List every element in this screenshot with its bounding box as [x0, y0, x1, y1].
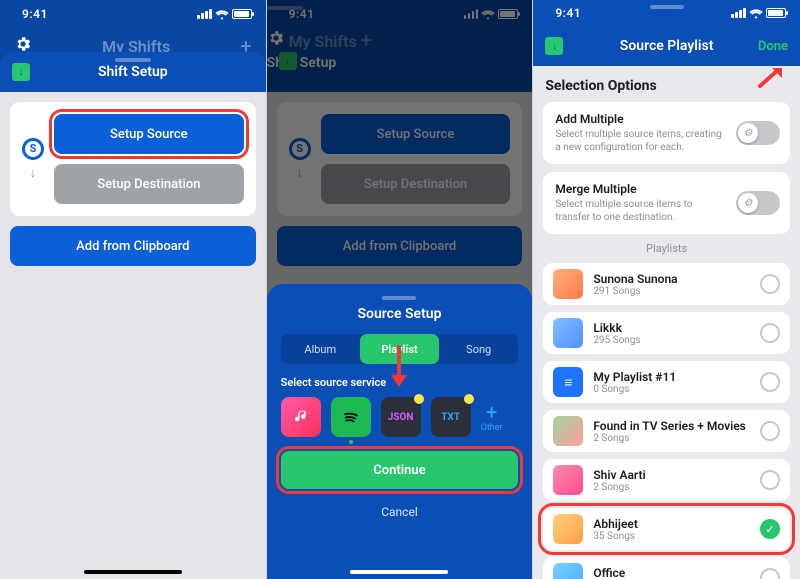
service-other[interactable]: +Other	[481, 402, 503, 433]
playlist-art: ≡	[553, 367, 583, 397]
playlist-name: Abhijeet	[593, 517, 750, 531]
playlist-name: Likkk	[593, 321, 750, 335]
sheet-header: ↓ Shift Setup	[0, 52, 266, 92]
home-indicator[interactable]	[350, 570, 448, 574]
source-setup-sheet: Source Setup Album Playlist Song Select …	[267, 284, 533, 579]
select-radio[interactable]	[760, 470, 780, 490]
option-subtitle: Select multiple source items, creating a…	[555, 128, 728, 154]
playlist-art	[553, 416, 583, 446]
select-radio[interactable]	[760, 568, 780, 579]
service-apple-music[interactable]	[281, 397, 321, 437]
playlist-count: 291 Songs	[593, 286, 750, 297]
playlist-name: Found in TV Series + Movies	[593, 419, 750, 433]
playlist-row[interactable]: ≡ My Playlist #110 Songs	[543, 361, 790, 403]
playlist-row[interactable]: Found in TV Series + Movies2 Songs	[543, 410, 790, 452]
page-title: Source Playlist	[620, 38, 714, 54]
playlist-art	[553, 563, 583, 579]
section-selection-options: Selection Options	[545, 78, 788, 94]
drag-handle[interactable]	[115, 58, 151, 62]
badge-icon	[414, 394, 424, 404]
playlist-row[interactable]: Sunona Sunona291 Songs	[543, 263, 790, 305]
toggle-merge-multiple[interactable]: ⚙	[736, 191, 780, 215]
done-button[interactable]: Done	[758, 39, 788, 54]
home-indicator[interactable]	[84, 570, 182, 574]
battery-icon	[766, 8, 786, 18]
gear-icon: ⚙	[738, 193, 758, 213]
cancel-button[interactable]: Cancel	[281, 501, 519, 523]
section-playlists: Playlists	[543, 242, 790, 255]
annotation-arrow-icon	[758, 66, 784, 88]
drag-handle[interactable]	[650, 5, 684, 9]
playlist-name: Office	[593, 566, 750, 579]
select-radio[interactable]	[760, 421, 780, 441]
setup-card: S ↓ Setup Source Setup Destination	[10, 102, 256, 216]
playlist-count: 2 Songs	[593, 433, 750, 444]
playlist-count: 295 Songs	[593, 335, 750, 346]
playlist-row[interactable]: Office15 Songs	[543, 557, 790, 579]
playlist-art	[553, 514, 583, 544]
continue-button[interactable]: Continue	[281, 451, 519, 489]
sheet-title: Shift Setup	[98, 64, 168, 80]
tab-playlist[interactable]: Playlist	[360, 334, 439, 364]
add-from-clipboard-button[interactable]: Add from Clipboard	[10, 226, 256, 266]
option-add-multiple: Add Multiple Select multiple source item…	[543, 102, 790, 164]
source-bubble: S	[22, 138, 44, 160]
status-time: 9:41	[555, 6, 581, 20]
service-txt[interactable]: TXT	[431, 397, 471, 437]
cellular-icon	[731, 8, 746, 18]
tab-album[interactable]: Album	[281, 334, 360, 364]
service-spotify[interactable]	[331, 397, 371, 437]
playlist-art	[553, 465, 583, 495]
select-radio[interactable]: ✓	[760, 519, 780, 539]
setup-source-button[interactable]: Setup Source	[54, 114, 244, 154]
playlist-count: 2 Songs	[593, 482, 750, 493]
badge-icon	[464, 394, 474, 404]
sheet-icon: ↓	[545, 37, 563, 55]
playlist-row[interactable]: Shiv Aarti2 Songs	[543, 459, 790, 501]
select-radio[interactable]	[760, 274, 780, 294]
select-service-label: Select source service	[281, 376, 519, 389]
select-radio[interactable]	[760, 323, 780, 343]
playlist-art	[553, 318, 583, 348]
type-segmented-control: Album Playlist Song	[281, 334, 519, 364]
wifi-icon	[215, 9, 229, 19]
battery-icon	[232, 9, 252, 19]
flow-arrow-icon: ↓	[30, 164, 37, 181]
toggle-add-multiple[interactable]: ⚙	[736, 121, 780, 145]
playlist-name: Sunona Sunona	[593, 272, 750, 286]
cellular-icon	[197, 9, 212, 19]
sheet-icon: ↓	[12, 63, 30, 81]
playlist-count: 35 Songs	[593, 531, 750, 542]
playlist-name: My Playlist #11	[593, 370, 750, 384]
playlist-art	[553, 269, 583, 299]
option-title: Merge Multiple	[555, 182, 728, 196]
plus-icon: +	[486, 402, 497, 422]
service-json[interactable]: JSON	[381, 397, 421, 437]
status-bar: 9:41	[0, 0, 266, 28]
select-radio[interactable]	[760, 372, 780, 392]
setup-destination-button[interactable]: Setup Destination	[54, 164, 244, 204]
gear-icon: ⚙	[738, 123, 758, 143]
status-bar: 9:41	[533, 0, 800, 26]
option-subtitle: Select multiple source items to transfer…	[555, 198, 728, 224]
playlist-count: 0 Songs	[593, 384, 750, 395]
status-time: 9:41	[22, 7, 48, 21]
sheet-title: Source Setup	[281, 306, 519, 322]
tab-song[interactable]: Song	[439, 334, 518, 364]
playlist-row[interactable]: Likkk295 Songs	[543, 312, 790, 354]
drag-handle[interactable]	[382, 296, 416, 300]
playlist-row[interactable]: Abhijeet35 Songs ✓	[543, 508, 790, 550]
wifi-icon	[749, 8, 763, 18]
option-merge-multiple: Merge Multiple Select multiple source it…	[543, 172, 790, 234]
playlist-name: Shiv Aarti	[593, 468, 750, 482]
option-title: Add Multiple	[555, 112, 728, 126]
